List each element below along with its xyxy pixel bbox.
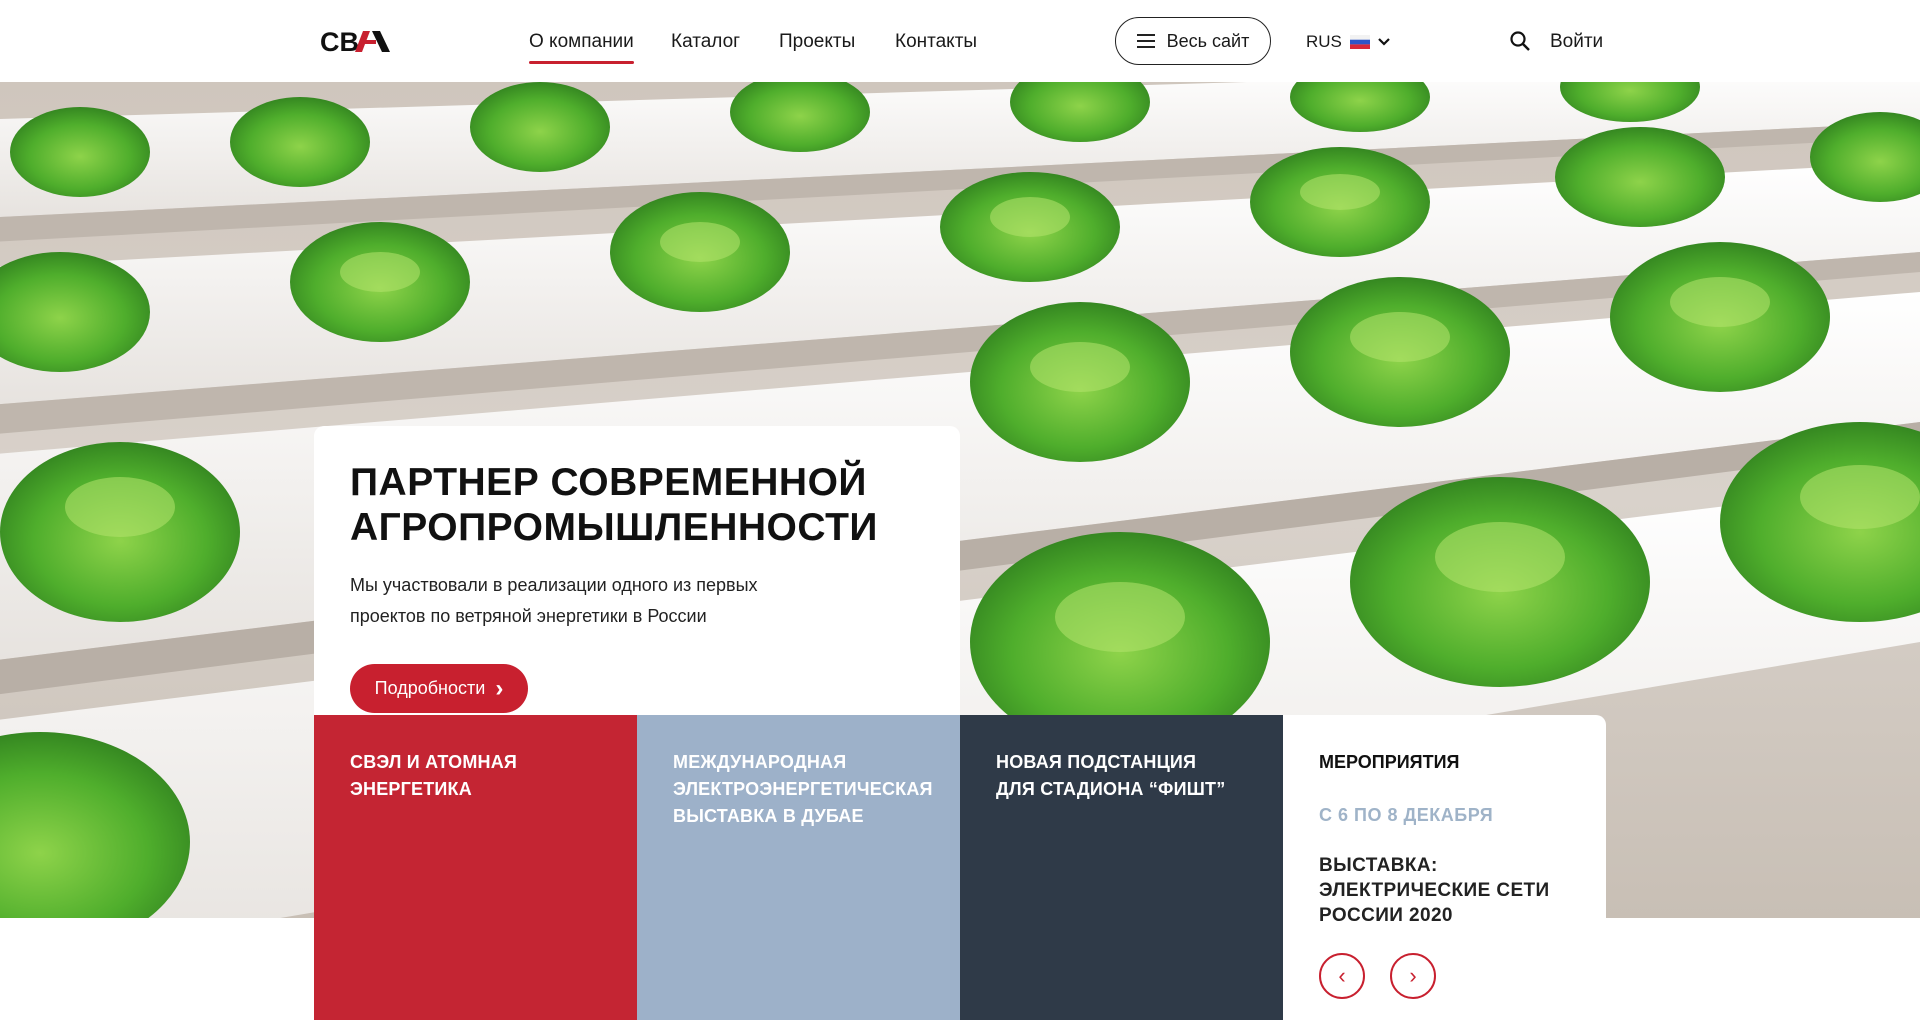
news-tile-dubai-expo[interactable]: МЕЖДУНАРОДНАЯ ЭЛЕКТРОЭНЕРГЕТИЧЕСКАЯ ВЫСТ…: [637, 715, 960, 1020]
event-title-line: ВЫСТАВКА:: [1319, 855, 1438, 876]
language-selector[interactable]: RUS: [1306, 28, 1390, 56]
nav-catalog[interactable]: Каталог: [671, 28, 740, 56]
logo[interactable]: СВ: [320, 26, 402, 57]
event-date: С 6 ПО 8 ДЕКАБРЯ: [1319, 805, 1494, 825]
news-tile-nuclear[interactable]: СВЭЛ И АТОМНАЯ ЭНЕРГЕТИКА: [314, 715, 637, 1020]
nav-projects[interactable]: Проекты: [779, 28, 855, 56]
tile-title-line: ВЫСТАВКА В ДУБАЕ: [673, 806, 864, 826]
nav-contacts[interactable]: Контакты: [895, 28, 977, 56]
hero-card: ПАРТНЕР СОВРЕМЕННОЙ АГРОПРОМЫШЛЕННОСТИ М…: [314, 426, 960, 757]
events-heading: МЕРОПРИЯТИЯ: [1319, 752, 1460, 772]
chevron-right-icon: ›: [1409, 963, 1417, 988]
tile-title-line: ЭЛЕКТРОЭНЕРГЕТИЧЕСКАЯ: [673, 779, 933, 799]
event-title-line: РОССИИ 2020: [1319, 905, 1453, 926]
search-icon: [1510, 31, 1530, 51]
svg-text:СВ: СВ: [320, 27, 359, 56]
events-next-button[interactable]: ›: [1390, 953, 1436, 999]
tile-title-line: СВЭЛ И АТОМНАЯ: [350, 752, 518, 772]
tile-title-line: ЭНЕРГЕТИКА: [350, 779, 472, 799]
all-site-label: Весь сайт: [1166, 30, 1250, 51]
events-tile: МЕРОПРИЯТИЯ С 6 ПО 8 ДЕКАБРЯ ВЫСТАВКА: Э…: [1283, 715, 1606, 1020]
hero-title: ПАРТНЕР СОВРЕМЕННОЙ АГРОПРОМЫШЛЕННОСТИ: [350, 460, 950, 550]
tile-title-line: МЕЖДУНАРОДНАЯ: [673, 752, 847, 772]
tile-title: НОВАЯ ПОДСТАНЦИЯ ДЛЯ СТАДИОНА “ФИШТ”: [996, 749, 1247, 803]
details-button-label: Подробности: [374, 678, 486, 698]
hero-description: Мы участвовали в реализации одного из пе…: [350, 570, 810, 632]
hero-description-line: проектов по ветряной энергетики в России: [350, 606, 707, 626]
tile-title: СВЭЛ И АТОМНАЯ ЭНЕРГЕТИКА: [350, 749, 601, 803]
event-title[interactable]: ВЫСТАВКА: ЭЛЕКТРИЧЕСКИЕ СЕТИ РОССИИ 2020: [1319, 853, 1570, 928]
details-button[interactable]: Подробности ›: [350, 664, 528, 713]
event-title-line: ЭЛЕКТРИЧЕСКИЕ СЕТИ: [1319, 880, 1550, 901]
tile-title: МЕЖДУНАРОДНАЯ ЭЛЕКТРОЭНЕРГЕТИЧЕСКАЯ ВЫСТ…: [673, 749, 933, 830]
hero-title-line: ПАРТНЕР СОВРЕМЕННОЙ: [350, 461, 867, 504]
svel-logo-icon: СВ: [320, 27, 390, 57]
events-pager: ‹ ›: [1319, 953, 1436, 999]
all-site-button[interactable]: Весь сайт: [1115, 17, 1271, 65]
chevron-right-icon: ›: [495, 674, 504, 702]
language-label: RUS: [1306, 32, 1342, 51]
menu-icon: [1136, 34, 1155, 48]
events-prev-button[interactable]: ‹: [1319, 953, 1365, 999]
search-button[interactable]: [1509, 30, 1531, 52]
hero-description-line: Мы участвовали в реализации одного из пе…: [350, 575, 758, 595]
news-tile-fisht-substation[interactable]: НОВАЯ ПОДСТАНЦИЯ ДЛЯ СТАДИОНА “ФИШТ”: [960, 715, 1283, 1020]
russia-flag-icon: [1349, 35, 1370, 49]
nav-about[interactable]: О компании: [529, 28, 634, 64]
hero-title-line: АГРОПРОМЫШЛЕННОСТИ: [350, 506, 878, 549]
chevron-down-icon: [1378, 38, 1390, 46]
chevron-left-icon: ‹: [1338, 963, 1346, 988]
tile-title-line: НОВАЯ ПОДСТАНЦИЯ: [996, 752, 1197, 772]
site-header: СВ О компании Каталог Проекты Контакты В…: [0, 0, 1920, 82]
tile-title-line: ДЛЯ СТАДИОНА “ФИШТ”: [996, 779, 1226, 799]
login-link[interactable]: Войти: [1550, 28, 1603, 56]
